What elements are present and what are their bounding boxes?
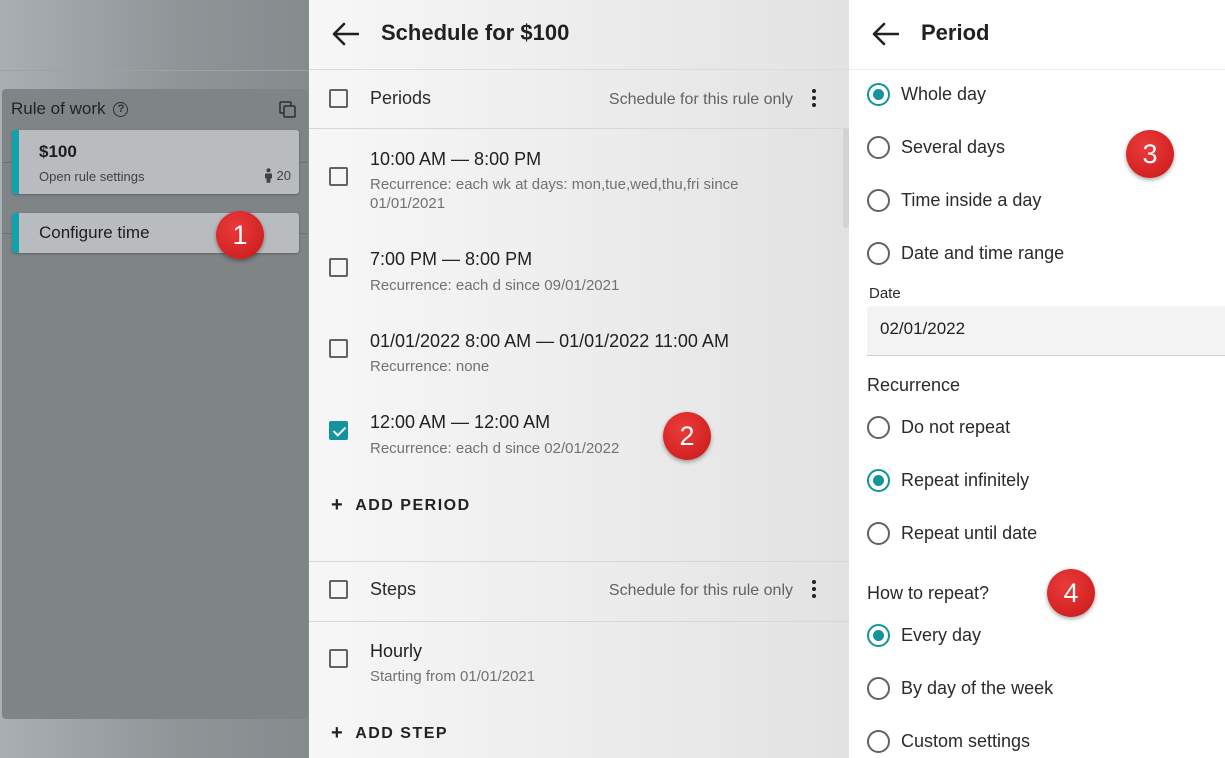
divider — [309, 621, 849, 622]
period-header: Period — [849, 0, 1225, 70]
period-checkbox[interactable] — [329, 258, 348, 277]
rule-item-name: $100 — [39, 142, 77, 161]
periods-section-label: Periods — [370, 88, 432, 108]
divider — [309, 128, 849, 129]
steps-section-note: Schedule for this rule only — [608, 582, 793, 599]
people-count-value: 20 — [276, 168, 291, 183]
radio-whole-day[interactable] — [867, 83, 890, 106]
radio-by-day-of-week[interactable] — [867, 677, 890, 700]
recurrence-heading: Recurrence — [867, 375, 961, 395]
annotation-badge-3: 3 — [1126, 130, 1174, 178]
divider — [309, 561, 849, 562]
period-recurrence: Recurrence: each d since 02/01/2022 — [370, 440, 620, 457]
period-title: 10:00 AM — 8:00 PM — [370, 149, 542, 169]
period-recurrence: Recurrence: none — [370, 358, 490, 375]
radio-several-days[interactable] — [867, 136, 890, 159]
period-panel: Period Whole day Several days Time insid… — [849, 0, 1225, 758]
periods-select-all-checkbox[interactable] — [329, 89, 348, 108]
periods-section-note: Schedule for this rule only — [608, 91, 793, 108]
rule-item-100[interactable]: $100 Open rule settings 20 — [12, 130, 299, 194]
date-field-label: Date — [869, 285, 901, 302]
radio-label[interactable]: Custom settings — [901, 731, 1030, 752]
person-icon — [264, 168, 272, 183]
period-title: 12:00 AM — 12:00 AM — [370, 412, 551, 432]
period-title: 01/01/2022 8:00 AM — 01/01/2022 11:00 AM — [370, 331, 729, 351]
period-checkbox[interactable] — [329, 339, 348, 358]
radio-label[interactable]: Repeat infinitely — [901, 470, 1029, 491]
period-checkbox-checked[interactable] — [329, 421, 348, 440]
schedule-panel: Schedule for $100 Periods Schedule for t… — [309, 0, 849, 758]
add-period-button[interactable]: + ADD PERIOD — [331, 494, 471, 517]
page-title: Schedule for $100 — [381, 20, 570, 45]
radio-label[interactable]: Every day — [901, 625, 981, 646]
radio-every-day[interactable] — [867, 624, 890, 647]
more-vert-icon[interactable] — [812, 89, 816, 110]
radio-repeat-until-date[interactable] — [867, 522, 890, 545]
plus-icon: + — [331, 494, 345, 516]
radio-custom-settings[interactable] — [867, 730, 890, 753]
annotation-badge-2: 2 — [663, 412, 711, 460]
period-recurrence: Recurrence: each d since 09/01/2021 — [370, 277, 620, 294]
back-arrow-icon[interactable] — [872, 22, 899, 46]
divider — [0, 70, 309, 71]
step-title: Hourly — [370, 641, 423, 661]
help-icon[interactable]: ? — [113, 101, 129, 117]
period-checkbox[interactable] — [329, 167, 348, 186]
rule-title-row: Rule of work ? — [11, 99, 129, 119]
steps-section-label: Steps — [370, 579, 417, 599]
people-count: 20 — [264, 168, 291, 183]
rule-item-subtitle: Open rule settings — [39, 169, 145, 184]
connector-line — [299, 233, 308, 234]
date-input[interactable] — [880, 319, 1180, 339]
radio-label[interactable]: Do not repeat — [901, 417, 1010, 438]
add-period-label: ADD PERIOD — [355, 496, 471, 514]
step-checkbox[interactable] — [329, 649, 348, 668]
rule-title: Rule of work — [11, 99, 106, 118]
radio-label[interactable]: Several days — [901, 137, 1005, 158]
period-recurrence: Recurrence: each wk at days: mon,tue,wed… — [370, 176, 739, 212]
add-step-button[interactable]: + ADD STEP — [331, 722, 448, 745]
radio-label[interactable]: Time inside a day — [901, 190, 1041, 211]
radio-repeat-infinitely[interactable] — [867, 469, 890, 492]
step-subtitle: Starting from 01/01/2021 — [370, 668, 536, 685]
radio-label[interactable]: Repeat until date — [901, 523, 1037, 544]
connector-line — [2, 162, 12, 163]
copy-icon[interactable] — [279, 101, 296, 118]
page-title: Period — [921, 20, 990, 45]
rules-panel: Rule of work ? $100 Open rule settings 2… — [0, 0, 309, 758]
radio-do-not-repeat[interactable] — [867, 416, 890, 439]
radio-label[interactable]: By day of the week — [901, 678, 1053, 699]
steps-select-all-checkbox[interactable] — [329, 580, 348, 599]
add-step-label: ADD STEP — [355, 724, 449, 742]
schedule-header: Schedule for $100 — [309, 0, 849, 70]
back-arrow-icon[interactable] — [332, 22, 359, 46]
rule-item-name: Configure time — [39, 223, 150, 242]
connector-line — [2, 233, 12, 234]
radio-date-time-range[interactable] — [867, 242, 890, 265]
plus-icon: + — [331, 722, 345, 744]
annotation-badge-4: 4 — [1047, 569, 1095, 617]
more-vert-icon[interactable] — [812, 580, 816, 601]
connector-line — [299, 162, 308, 163]
how-to-repeat-heading: How to repeat? — [867, 583, 990, 603]
annotation-badge-1: 1 — [216, 211, 264, 259]
period-title: 7:00 PM — 8:00 PM — [370, 249, 533, 269]
radio-label[interactable]: Whole day — [901, 84, 986, 105]
radio-time-inside-day[interactable] — [867, 189, 890, 212]
radio-label[interactable]: Date and time range — [901, 243, 1064, 264]
rule-card: Rule of work ? $100 Open rule settings 2… — [2, 89, 308, 719]
date-field[interactable] — [867, 306, 1225, 356]
